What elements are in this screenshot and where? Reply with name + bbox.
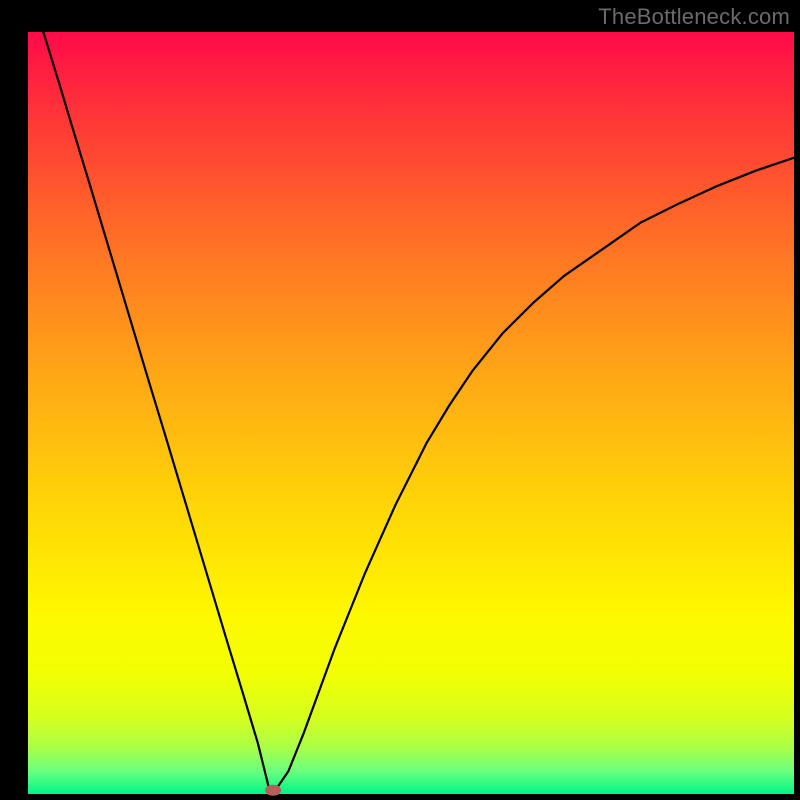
watermark-text: TheBottleneck.com: [598, 4, 790, 30]
chart-container: { "watermark": "TheBottleneck.com", "cha…: [0, 0, 800, 800]
plot-background: [28, 32, 794, 794]
optimum-marker: [265, 785, 281, 796]
bottleneck-chart: [0, 0, 800, 800]
